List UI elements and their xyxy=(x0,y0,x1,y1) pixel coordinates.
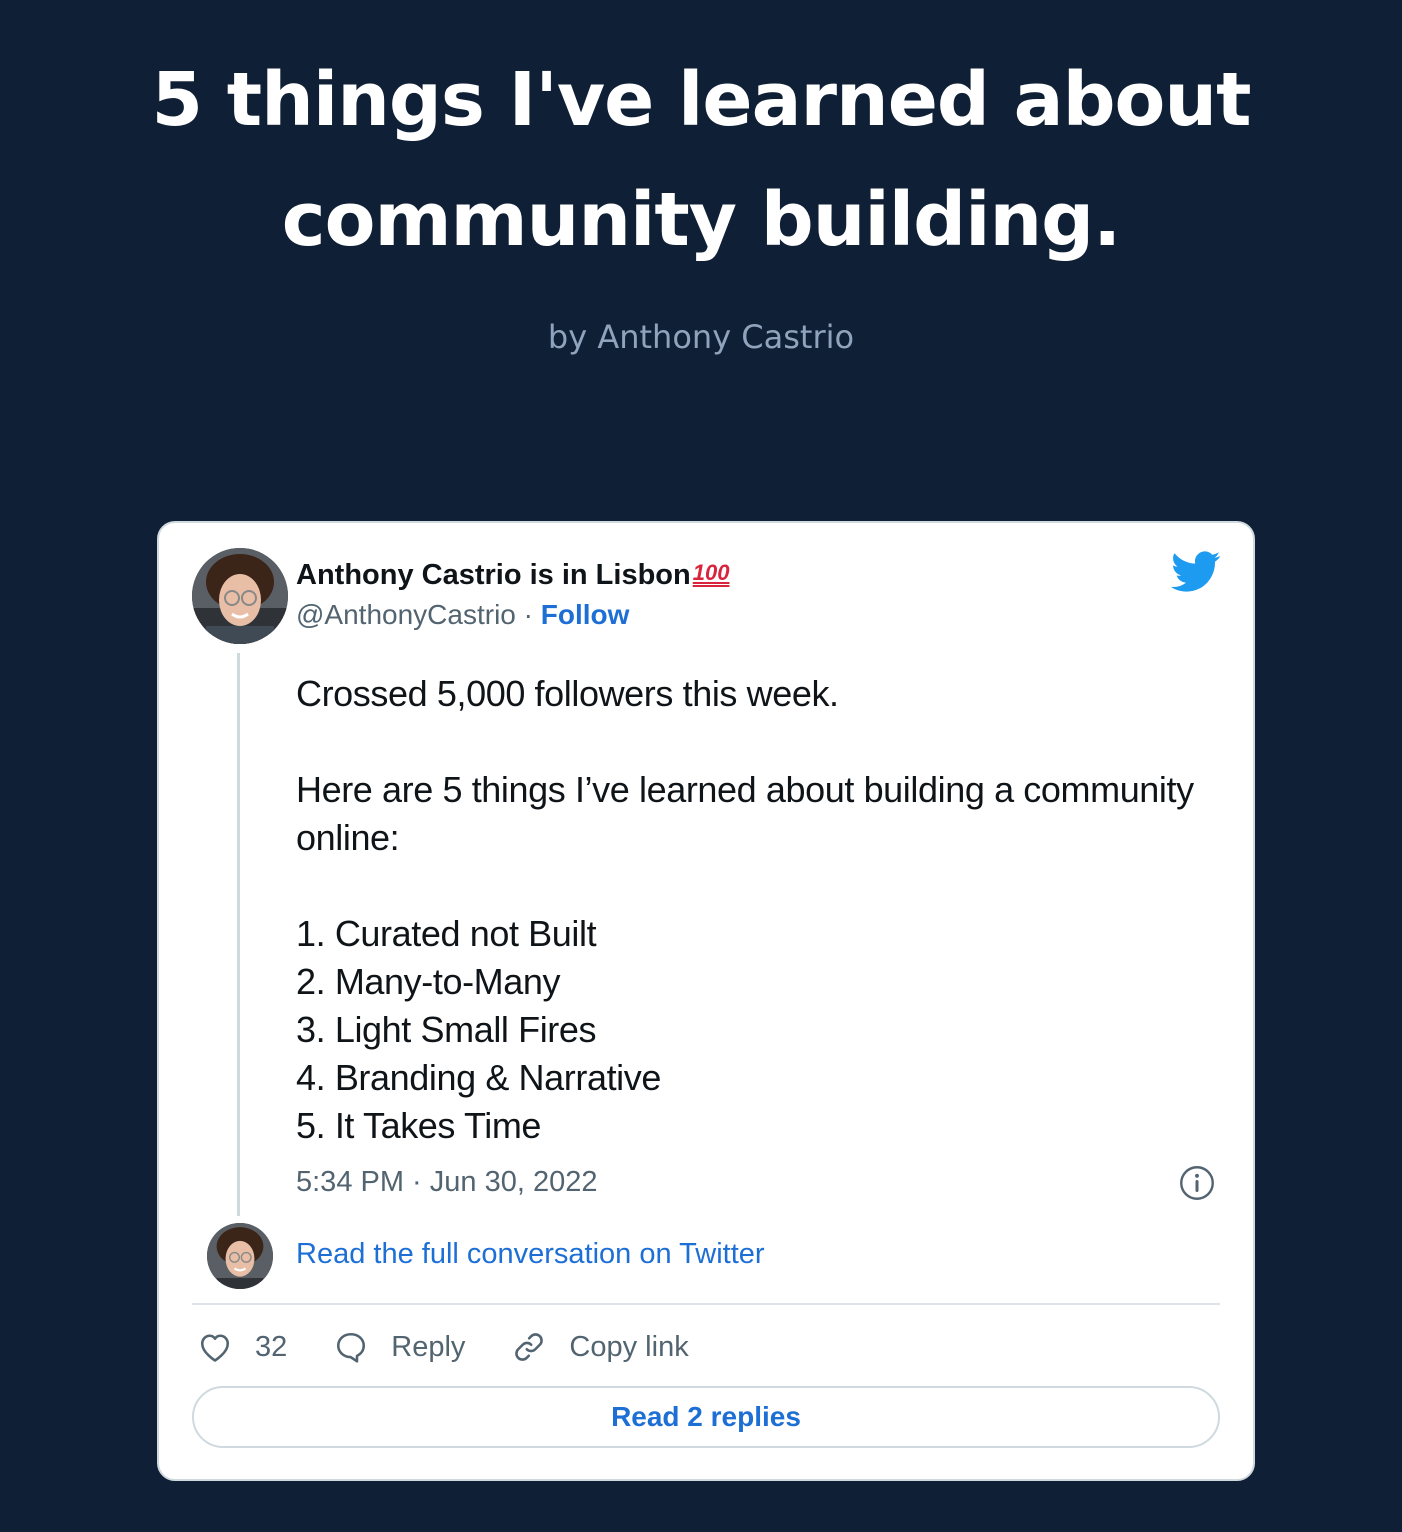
list-item: 1. Curated not Built xyxy=(296,913,597,954)
thread-line xyxy=(237,653,240,1216)
list-item: 5. It Takes Time xyxy=(296,1105,542,1146)
author-name[interactable]: Anthony Castrio is in Lisbon100 xyxy=(296,559,729,592)
tweet-card: Anthony Castrio is in Lisbon100 @Anthony… xyxy=(157,521,1255,1481)
tweet-timestamp[interactable]: 5:34 PM · Jun 30, 2022 xyxy=(296,1166,597,1199)
handle-separator: · xyxy=(515,599,541,630)
heart-icon xyxy=(200,1334,230,1362)
list-item: 2. Many-to-Many xyxy=(296,961,561,1002)
page-title: 5 things I've learned about community bu… xyxy=(151,57,1252,263)
like-count: 32 xyxy=(255,1330,288,1363)
reply-bubble-icon xyxy=(337,1332,366,1363)
follow-link[interactable]: Follow xyxy=(541,599,630,630)
list-item: 4. Branding & Narrative xyxy=(296,1057,661,1098)
tweet-line: Here are 5 things I’ve learned about bui… xyxy=(296,769,1194,858)
full-conversation-link[interactable]: Read the full conversation on Twitter xyxy=(296,1238,765,1271)
tweet-body: Crossed 5,000 followers this week. Here … xyxy=(296,670,1196,1150)
copy-link-button[interactable]: Copy link xyxy=(511,1329,689,1365)
author-handle[interactable]: @AnthonyCastrio xyxy=(296,599,516,630)
like-button[interactable]: 32 xyxy=(197,1329,287,1365)
twitter-bird-icon[interactable] xyxy=(1171,551,1221,593)
author-avatar[interactable] xyxy=(192,548,288,644)
link-icon xyxy=(515,1333,544,1361)
divider xyxy=(192,1303,1220,1305)
handle-row: @AnthonyCastrio · Follow xyxy=(296,599,629,631)
read-replies-button[interactable]: Read 2 replies xyxy=(192,1386,1220,1448)
info-icon[interactable] xyxy=(1179,1165,1215,1201)
author-name-text: Anthony Castrio is in Lisbon xyxy=(296,559,691,591)
reply-label: Reply xyxy=(391,1330,466,1363)
reply-button[interactable]: Reply xyxy=(333,1329,465,1365)
byline: by Anthony Castrio xyxy=(547,318,855,356)
reply-avatar xyxy=(207,1223,273,1289)
copy-link-label: Copy link xyxy=(569,1330,689,1363)
list-item: 3. Light Small Fires xyxy=(296,1009,597,1050)
tweet-line: Crossed 5,000 followers this week. xyxy=(296,673,839,714)
hundred-points-icon: 100 xyxy=(692,560,730,585)
tweet-actions: 32 Reply Copy link xyxy=(197,1325,735,1369)
